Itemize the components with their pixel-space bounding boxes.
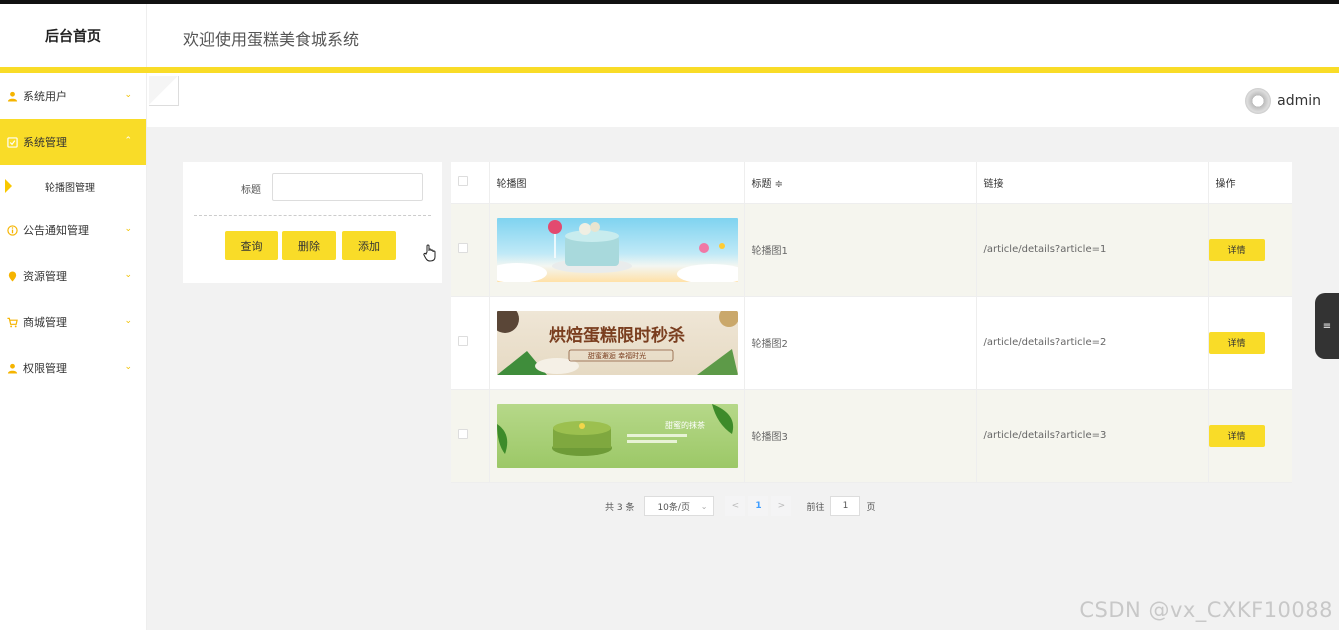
title-cell: 轮播图2 <box>744 296 977 390</box>
sidebar-item-system-users[interactable]: 系统用户 ⌄ <box>0 73 146 119</box>
select-all-checkbox[interactable] <box>458 175 468 186</box>
sidebar-item-shop-management[interactable]: 商城管理 ⌄ <box>0 299 146 345</box>
column-header-link: 链接 <box>976 162 1209 204</box>
sidebar-item-permission-management[interactable]: 权限管理 ⌄ <box>0 345 146 391</box>
row-select-cell <box>451 203 490 297</box>
sidebar: 系统用户 ⌄ 系统管理 ⌃ 轮播图管理 公告通知管理 ⌄ 资源管理 ⌄ 商城管理… <box>0 73 147 630</box>
goto-label: 前往 <box>806 502 825 513</box>
search-panel: 标题 查询 删除 添加 <box>183 162 442 283</box>
user-icon <box>6 90 18 102</box>
page-number-current[interactable]: 1 <box>748 496 769 516</box>
pagination: 共 3 条 10条/页 ⌄ < 1 > 前往 1 页 <box>605 496 875 516</box>
page-nav: < 1 > <box>725 496 795 516</box>
watermark: CSDN @vx_CXKF10088 <box>1079 598 1333 622</box>
sidebar-item-label: 资源管理 <box>23 270 67 283</box>
banner-cell: 甜蜜的抹茶 <box>489 389 745 483</box>
sidebar-item-label: 商城管理 <box>23 316 67 329</box>
title-cell: 轮播图1 <box>744 203 977 297</box>
table-row: 烘焙蛋糕限时秒杀 甜蜜邂逅 幸福时光 轮播图2 /article/details… <box>451 296 1292 390</box>
detail-button[interactable]: 详情 <box>1208 238 1265 261</box>
banner-cell <box>489 203 745 297</box>
chevron-up-icon: ⌃ <box>124 136 132 146</box>
app-header: 后台首页 欢迎使用蛋糕美食城系统 <box>0 4 1339 67</box>
column-header-banner: 轮播图 <box>489 162 745 204</box>
next-page-button[interactable]: > <box>771 496 792 516</box>
main-content: admin 标题 查询 删除 添加 轮播图 标题 ≑ 链接 操作 轮播图1 /a… <box>147 73 1339 630</box>
action-cell: 详情 <box>1208 389 1292 483</box>
system-title: 欢迎使用蛋糕美食城系统 <box>183 30 360 49</box>
sidebar-item-label: 公告通知管理 <box>23 224 89 237</box>
action-cell: 详情 <box>1208 203 1292 297</box>
banner-headline: 甜蜜的抹茶 <box>665 420 705 430</box>
table-row: 轮播图1 /article/details?article=1 详情 <box>451 203 1292 297</box>
chevron-down-icon: ⌄ <box>124 90 132 100</box>
user-icon <box>6 362 18 374</box>
title-field-label: 标题 <box>241 185 261 196</box>
active-indicator-icon <box>5 179 12 193</box>
chevron-down-icon: ⌄ <box>700 501 708 511</box>
location-icon <box>6 270 18 282</box>
goto-page-input[interactable]: 1 <box>830 496 861 516</box>
username: admin <box>1277 93 1321 109</box>
breadcrumb-bar: admin <box>147 73 1339 127</box>
row-select-cell <box>451 296 490 390</box>
sidebar-item-system-management[interactable]: 系统管理 ⌃ <box>0 119 146 165</box>
sidebar-item-resource-management[interactable]: 资源管理 ⌄ <box>0 253 146 299</box>
collapse-toggle-icon[interactable] <box>149 76 179 106</box>
banner-image-2: 烘焙蛋糕限时秒杀 甜蜜邂逅 幸福时光 <box>496 310 738 375</box>
row-checkbox[interactable] <box>458 429 468 439</box>
column-header-title[interactable]: 标题 ≑ <box>744 162 977 204</box>
sidebar-item-notice-management[interactable]: 公告通知管理 ⌄ <box>0 207 146 253</box>
settings-icon <box>6 136 18 148</box>
prev-page-button[interactable]: < <box>725 496 746 516</box>
chevron-down-icon: ⌄ <box>124 270 132 280</box>
total-count: 共 3 条 <box>605 502 635 513</box>
detail-button[interactable]: 详情 <box>1208 331 1265 354</box>
home-logo[interactable]: 后台首页 <box>0 4 147 67</box>
avatar <box>1245 88 1272 114</box>
sidebar-item-label: 系统管理 <box>23 136 67 149</box>
row-checkbox[interactable] <box>458 243 468 253</box>
chevron-down-icon: ⌄ <box>124 316 132 326</box>
banner-cell: 烘焙蛋糕限时秒杀 甜蜜邂逅 幸福时光 <box>489 296 745 390</box>
banner-table: 轮播图 标题 ≑ 链接 操作 轮播图1 /article/details?art… <box>451 162 1292 483</box>
detail-button[interactable]: 详情 <box>1208 424 1265 447</box>
sidebar-item-label: 系统用户 <box>23 90 67 103</box>
delete-button[interactable]: 删除 <box>282 231 336 260</box>
sidebar-item-label: 权限管理 <box>23 362 67 375</box>
link-cell: /article/details?article=3 <box>976 389 1209 483</box>
title-cell: 轮播图3 <box>744 389 977 483</box>
page-size-value: 10条/页 <box>657 502 690 513</box>
chevron-down-icon: ⌄ <box>124 224 132 234</box>
row-select-cell <box>451 389 490 483</box>
query-button[interactable]: 查询 <box>225 231 278 260</box>
link-cell: /article/details?article=2 <box>976 296 1209 390</box>
title-search-input[interactable] <box>272 173 423 201</box>
cart-icon <box>6 316 18 328</box>
menu-list-icon: ≡ <box>1322 320 1332 332</box>
page-size-select[interactable]: 10条/页 ⌄ <box>644 496 715 516</box>
table-row: 甜蜜的抹茶 轮播图3 /article/details?article=3 详情 <box>451 389 1292 483</box>
hand-cursor-icon <box>423 244 437 266</box>
submenu-item-label: 轮播图管理 <box>45 182 95 194</box>
divider <box>194 215 431 216</box>
user-menu[interactable]: admin <box>1245 88 1321 114</box>
info-icon <box>6 224 18 236</box>
select-all-cell <box>451 162 490 204</box>
page-suffix: 页 <box>866 502 876 513</box>
banner-headline: 烘焙蛋糕限时秒杀 <box>549 325 685 346</box>
add-button[interactable]: 添加 <box>342 231 396 260</box>
side-drawer-toggle[interactable]: ≡ <box>1315 293 1339 359</box>
row-checkbox[interactable] <box>458 336 468 346</box>
column-header-action: 操作 <box>1208 162 1292 204</box>
banner-image-3: 甜蜜的抹茶 <box>496 403 738 468</box>
sidebar-subitem-banner-management[interactable]: 轮播图管理 <box>0 165 146 207</box>
banner-image-1 <box>496 217 738 282</box>
chevron-down-icon: ⌄ <box>124 362 132 372</box>
banner-subline: 甜蜜邂逅 幸福时光 <box>587 351 647 360</box>
link-cell: /article/details?article=1 <box>976 203 1209 297</box>
action-cell: 详情 <box>1208 296 1292 390</box>
